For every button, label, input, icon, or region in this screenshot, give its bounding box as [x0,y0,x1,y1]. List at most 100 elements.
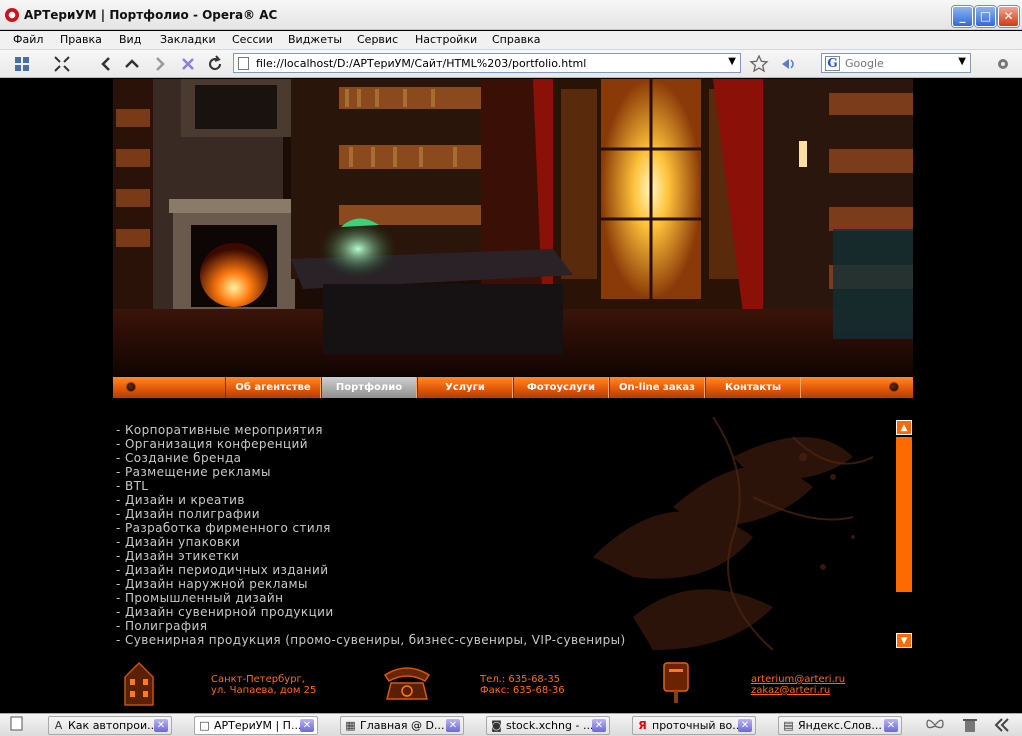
tab-2-active[interactable]: □ АРТериУМ | П... ✕ [194,716,318,735]
bookmark-star-icon[interactable] [749,54,769,74]
content-scrollbar[interactable]: ▲ ▼ [896,420,912,648]
panels-icon[interactable] [12,54,32,74]
reload-icon[interactable] [205,54,225,74]
list-item: - Дизайн периодичных изданий [116,563,329,577]
tab-6[interactable]: ▤ Яндекс.Слов... ✕ [778,716,902,735]
content-area: - Корпоративные мероприятия - Организаци… [113,417,913,650]
menu-view[interactable]: Вид [119,33,141,46]
tab-4[interactable]: ◙ stock.xchng - ... ✕ [486,716,610,735]
tab-close-icon[interactable]: ✕ [592,719,606,732]
telephone-icon [383,667,431,700]
forward-icon[interactable] [150,54,170,74]
address-history-dropdown-icon[interactable]: ▼ [728,56,736,67]
mailbox-icon [663,662,689,703]
list-item: - Дизайн упаковки [116,535,241,549]
tab-favicon: ◙ [491,719,502,732]
tab-close-icon[interactable]: ✕ [738,719,752,732]
tab-favicon: ▤ [783,719,794,732]
tab-label: АРТериУМ | П... [214,719,302,732]
nav-photo-services[interactable]: Фотоуслуги [513,377,609,398]
voice-go-icon[interactable] [779,54,799,74]
minimize-button[interactable]: _ [952,6,973,27]
tab-label: stock.xchng - ... [506,719,594,732]
list-item: - Корпоративные мероприятия [116,423,323,437]
tab-close-icon[interactable]: ✕ [154,719,168,732]
list-item: - Промышленный дизайн [116,591,284,605]
services-list: - Корпоративные мероприятия - Организаци… [116,423,626,647]
window-titlebar: АРТериУМ | Портфолио - Opera® AC _ □ ✕ [0,0,1022,30]
stop-icon[interactable] [178,54,198,74]
site-navigation: Об агентстве Портфолио Услуги Фотоуслуги… [113,377,913,398]
menu-sessions[interactable]: Сессии [232,33,273,46]
tab-label: Главная @ D... [360,719,445,732]
tab-favicon: ▦ [345,719,356,732]
tab-favicon: □ [199,719,210,732]
list-item: - Дизайн сувенирной продукции [116,605,334,619]
footer-fax: Факс: 635-68-36 [480,685,565,696]
google-icon[interactable]: G [825,56,840,71]
tab-5[interactable]: Я проточный во... ✕ [632,716,756,735]
scroll-thumb[interactable] [896,437,912,592]
list-item: - Создание бренда [116,451,242,465]
back-icon[interactable] [96,54,116,74]
menu-help[interactable]: Справка [492,33,540,46]
list-item: - Организация конференций [116,437,308,451]
footer-order-email-link[interactable]: zakaz@arteri.ru [751,685,830,696]
footer-email-link[interactable]: arterium@arteri.ru [751,674,845,685]
menu-edit[interactable]: Правка [60,33,102,46]
fullscreen-icon[interactable] [52,54,72,74]
tab-close-icon[interactable]: ✕ [446,719,460,732]
tab-3[interactable]: ▦ Главная @ D... ✕ [340,716,464,735]
scroll-down-button[interactable]: ▼ [896,633,912,648]
up-icon[interactable] [122,54,142,74]
nav-online-order[interactable]: On-line заказ [609,377,705,398]
close-button[interactable]: ✕ [998,6,1019,27]
list-item: - Дизайн полиграфии [116,507,260,521]
nav-about[interactable]: Об агентстве [225,377,321,398]
settings-gear-icon[interactable] [993,54,1013,74]
window-title: АРТериУМ | Портфолио - Opera® AC [24,8,278,22]
tab-favicon: Я [638,719,647,732]
tab-scroll-left-icon[interactable] [992,716,1012,735]
nav-portfolio[interactable]: Портфолио [321,377,417,398]
tab-close-icon[interactable]: ✕ [884,719,898,732]
tab-favicon: A [54,719,63,732]
address-bar[interactable]: ▼ [233,53,741,73]
scroll-up-button[interactable]: ▲ [896,420,912,435]
menu-bar: Файл Правка Вид Закладки Сессии Виджеты … [0,31,1022,50]
tab-label: Яндекс.Слов... [798,719,882,732]
menu-file[interactable]: Файл [13,33,43,46]
menu-tools[interactable]: Сервис [357,33,398,46]
footer-address-line1: Санкт-Петербург, [211,674,305,685]
header-library-image [113,79,913,376]
footer-address-line2: ул. Чапаева, дом 25 [211,685,317,696]
nav-services[interactable]: Услуги [417,377,513,398]
search-box[interactable]: G ▼ [821,53,971,73]
page-icon [238,57,249,70]
address-input[interactable] [256,55,716,71]
nav-left-ornament-icon [126,382,136,392]
maximize-button[interactable]: □ [975,6,996,27]
nav-contacts[interactable]: Контакты [705,377,801,398]
search-engine-dropdown-icon[interactable]: ▼ [958,56,966,67]
butterfly-icon[interactable] [925,716,945,735]
list-item: - Дизайн этикетки [116,549,240,563]
menu-bookmarks[interactable]: Закладки [160,33,216,46]
search-input[interactable] [845,55,955,71]
menu-widgets[interactable]: Виджеты [288,33,342,46]
list-item: - Полиграфия [116,619,208,633]
tab-close-icon[interactable]: ✕ [300,719,314,732]
new-tab-icon[interactable] [10,716,23,735]
tab-1[interactable]: A Как автопрои... ✕ [48,716,172,735]
tab-label: проточный во... [652,719,742,732]
footer-phone: Тел.: 635-68-35 [480,674,561,685]
list-item: - Дизайн наружной рекламы [116,577,308,591]
site-footer: Санкт-Петербург, ул. Чапаева, дом 25 Тел… [113,657,913,713]
building-icon [124,661,154,706]
menu-settings[interactable]: Настройки [415,33,477,46]
list-item: - Сувенирная продукция (промо-сувениры, … [116,633,626,647]
list-item: - BTL [116,479,149,493]
list-item: - Дизайн и креатив [116,493,245,507]
trash-icon[interactable] [960,716,980,735]
tab-bar: A Как автопрои... ✕ □ АРТериУМ | П... ✕ … [0,713,1022,736]
